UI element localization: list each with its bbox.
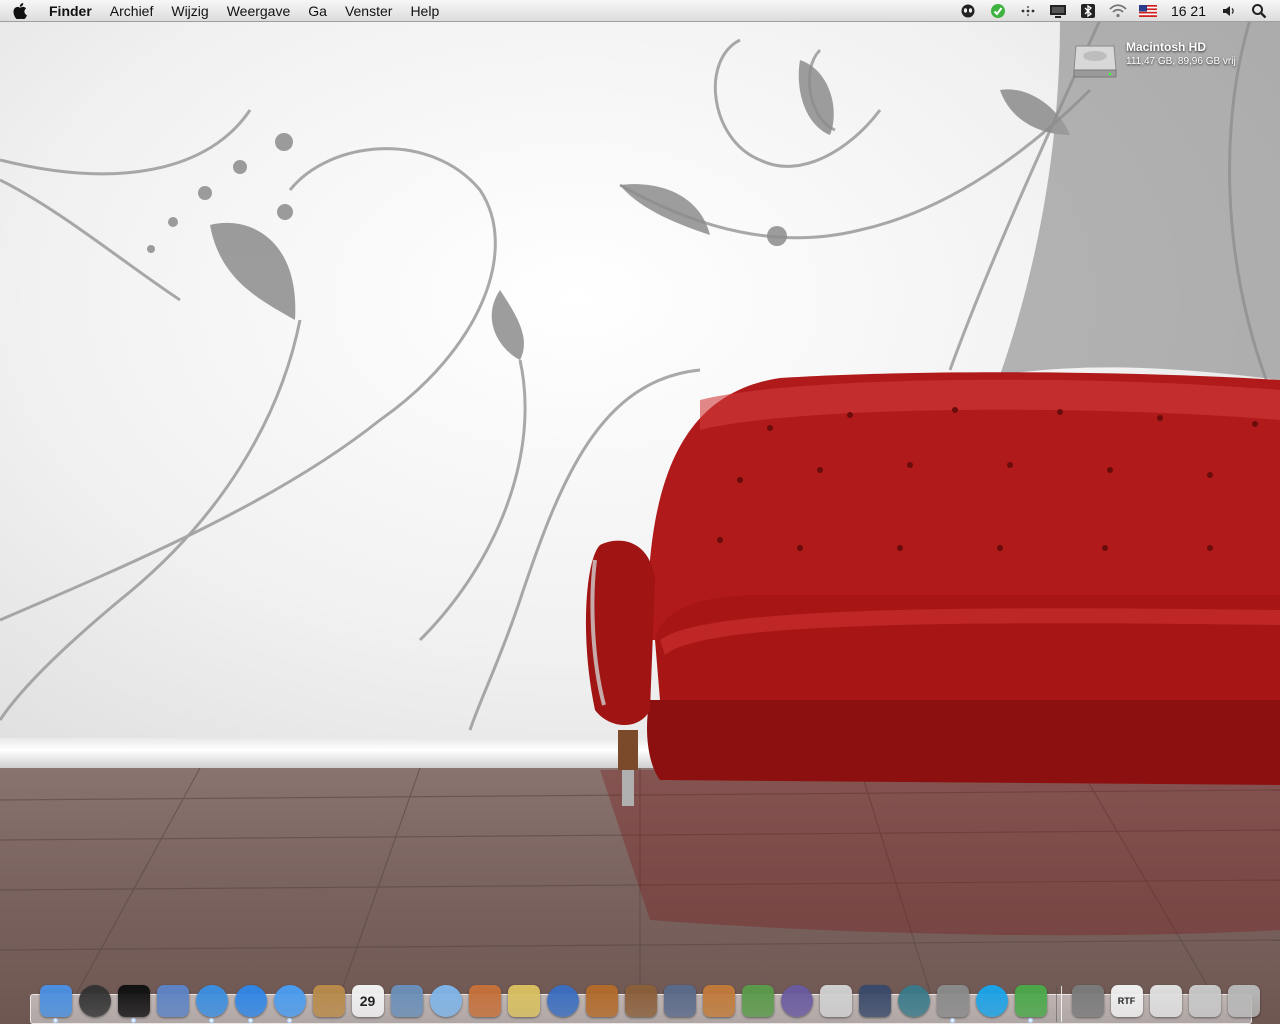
dock-item-address-book[interactable] xyxy=(309,980,348,1022)
dock-item-time-machine[interactable] xyxy=(894,980,933,1022)
dock-item-spaces[interactable] xyxy=(855,980,894,1022)
dock-items: 29 RTF xyxy=(36,976,1263,1023)
alien-icon[interactable] xyxy=(953,0,983,22)
magnifier-icon[interactable] xyxy=(1244,0,1274,22)
itunes-icon xyxy=(429,985,462,1017)
dock-item-iweb[interactable] xyxy=(621,980,660,1022)
safari-icon xyxy=(195,985,228,1017)
menu-help[interactable]: Help xyxy=(401,0,448,22)
image-capture-icon xyxy=(468,985,501,1017)
garageband-icon xyxy=(585,985,618,1017)
running-indicator xyxy=(287,1018,292,1023)
idvd-icon xyxy=(546,985,579,1017)
dock-item-script-editor[interactable] xyxy=(660,980,699,1022)
app-store-icon xyxy=(780,985,813,1017)
document-label: RTF xyxy=(1117,996,1136,1006)
dock-item-finder[interactable] xyxy=(36,980,75,1023)
running-indicator xyxy=(131,1018,136,1023)
dock-item-iphoto[interactable] xyxy=(387,980,426,1022)
running-indicator xyxy=(950,1018,955,1023)
desktop-disk-macintosh-hd[interactable]: Macintosh HD 111,47 GB, 89,96 GB vrij xyxy=(1070,34,1270,82)
hard-drive-icon xyxy=(1070,34,1120,80)
bluetooth-icon[interactable] xyxy=(1073,0,1103,22)
running-indicator xyxy=(53,1018,58,1023)
dock-item-itunes[interactable] xyxy=(426,980,465,1022)
dock-item-ichat[interactable] xyxy=(270,980,309,1023)
dock-item-adium[interactable] xyxy=(1011,980,1050,1023)
dock-item-terminal[interactable] xyxy=(114,980,153,1023)
dock-item-mail-stamp[interactable] xyxy=(153,980,192,1022)
desktop-wallpaper xyxy=(0,0,1280,1024)
menu-weergave[interactable]: Weergave xyxy=(218,0,300,22)
menu-venster[interactable]: Venster xyxy=(336,0,401,22)
menu-bar: Finder Archief Wijzig Weergave Ga Venste… xyxy=(0,0,1280,22)
menu-wijzig[interactable]: Wijzig xyxy=(162,0,217,22)
dock-item-downloads-stack[interactable] xyxy=(1068,980,1107,1022)
mail-stamp-icon xyxy=(156,985,189,1017)
menu-archief[interactable]: Archief xyxy=(101,0,163,22)
wifi-icon[interactable] xyxy=(1103,0,1133,22)
wallpaper-art xyxy=(0,19,1280,1024)
dock-item-safari[interactable] xyxy=(192,980,231,1023)
keynote-icon xyxy=(702,985,735,1017)
document-stack-icon xyxy=(1149,985,1182,1017)
dock-item-document-stack[interactable] xyxy=(1146,980,1185,1022)
dock-item-preview-window[interactable] xyxy=(1185,980,1224,1022)
us-flag-icon[interactable] xyxy=(1133,0,1163,22)
skype-icon xyxy=(975,985,1008,1017)
dock-item-garageband[interactable] xyxy=(582,980,621,1022)
dashboard-icon xyxy=(78,985,111,1017)
dock-item-idvd[interactable] xyxy=(543,980,582,1022)
disk-info: 111,47 GB, 89,96 GB vrij xyxy=(1126,56,1236,67)
script-editor-icon xyxy=(663,985,696,1017)
iweb-icon xyxy=(624,985,657,1017)
quicktime-icon xyxy=(234,985,267,1017)
dock-item-system-preferences[interactable] xyxy=(933,980,972,1023)
finder-icon xyxy=(39,985,72,1017)
system-preferences-icon xyxy=(936,985,969,1017)
numbers-icon xyxy=(741,985,774,1017)
address-book-icon xyxy=(312,985,345,1017)
trash-icon xyxy=(1227,985,1260,1017)
ical-label: 29 xyxy=(359,993,376,1009)
monitor-icon[interactable] xyxy=(1043,0,1073,22)
menu-ga[interactable]: Ga xyxy=(299,0,336,22)
speaker-icon[interactable] xyxy=(1214,0,1244,22)
imovie-icon xyxy=(507,985,540,1017)
dock-item-trash[interactable] xyxy=(1224,980,1263,1022)
adium-icon xyxy=(1014,985,1047,1017)
iphoto-icon xyxy=(390,985,423,1017)
evernote-icon[interactable] xyxy=(983,0,1013,22)
dock-item-quicktime[interactable] xyxy=(231,980,270,1023)
dock: 29 RTF xyxy=(30,976,1260,1024)
ical-icon: 29 xyxy=(351,985,384,1017)
running-indicator xyxy=(209,1018,214,1023)
dock-item-app-store[interactable] xyxy=(777,980,816,1022)
running-indicator xyxy=(248,1018,253,1023)
pages-icon xyxy=(819,985,852,1017)
running-indicator xyxy=(1028,1018,1033,1023)
dock-separator xyxy=(1056,986,1062,1022)
menu-clock[interactable]: 16 21 xyxy=(1163,3,1214,19)
dock-item-skype[interactable] xyxy=(972,980,1011,1022)
menu-finder[interactable]: Finder xyxy=(40,0,101,22)
downloads-stack-icon xyxy=(1071,985,1104,1017)
dock-item-pages[interactable] xyxy=(816,980,855,1022)
dock-item-numbers[interactable] xyxy=(738,980,777,1022)
preview-window-icon xyxy=(1188,985,1221,1017)
apple-logo-icon[interactable] xyxy=(0,0,40,22)
disk-name: Macintosh HD xyxy=(1126,40,1207,54)
dock-item-document[interactable]: RTF xyxy=(1107,980,1146,1022)
dock-item-dashboard[interactable] xyxy=(75,980,114,1022)
spaces-icon xyxy=(858,985,891,1017)
time-machine-icon xyxy=(897,985,930,1017)
terminal-icon xyxy=(117,985,150,1017)
dock-item-keynote[interactable] xyxy=(699,980,738,1022)
dots-icon[interactable] xyxy=(1013,0,1043,22)
ichat-icon xyxy=(273,985,306,1017)
dock-item-image-capture[interactable] xyxy=(465,980,504,1022)
document-icon: RTF xyxy=(1110,985,1143,1017)
dock-item-ical[interactable]: 29 xyxy=(348,980,387,1022)
dock-item-imovie[interactable] xyxy=(504,980,543,1022)
